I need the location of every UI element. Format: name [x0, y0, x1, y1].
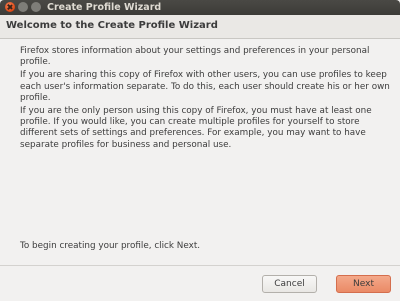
wizard-content: Firefox stores information about your se…: [20, 46, 392, 153]
intro-paragraph: Firefox stores information about your se…: [20, 46, 370, 68]
wizard-header: Welcome to the Create Profile Wizard: [0, 15, 400, 39]
cancel-button[interactable]: Cancel: [262, 275, 317, 293]
maximize-window-icon[interactable]: [31, 2, 41, 12]
sharing-paragraph: If you are sharing this copy of Firefox …: [20, 70, 390, 103]
minimize-window-icon[interactable]: [18, 2, 28, 12]
close-window-icon[interactable]: [5, 2, 15, 12]
page-title: Welcome to the Create Profile Wizard: [6, 20, 218, 31]
instruction-text: To begin creating your profile, click Ne…: [20, 241, 201, 251]
window-title: Create Profile Wizard: [47, 2, 162, 13]
title-bar[interactable]: Create Profile Wizard: [0, 0, 400, 15]
next-button[interactable]: Next: [336, 275, 391, 293]
button-separator: [0, 265, 400, 266]
wizard-window: Create Profile Wizard Welcome to the Cre…: [0, 0, 400, 301]
single-user-paragraph: If you are the only person using this co…: [20, 106, 372, 150]
